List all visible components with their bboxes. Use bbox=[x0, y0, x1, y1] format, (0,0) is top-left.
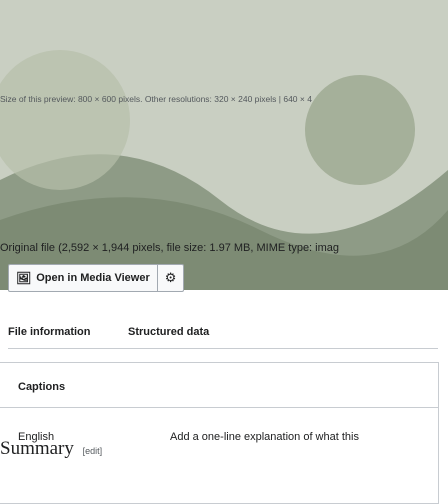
preview-size-text: Size of this preview: 800 × 600 pixels. … bbox=[0, 94, 312, 104]
open-media-viewer-label: Open in Media Viewer bbox=[36, 272, 150, 284]
tab-structured-data[interactable]: Structured data bbox=[128, 326, 209, 338]
summary-heading: Summary [edit] bbox=[0, 438, 102, 460]
image-icon: 🖼 bbox=[16, 271, 32, 285]
summary-title: Summary bbox=[0, 438, 74, 459]
media-viewer-button-group: 🖼 Open in Media Viewer ⚙ bbox=[8, 264, 185, 292]
original-file-info: Original file (2,592 × 1,944 pixels, fil… bbox=[0, 242, 340, 254]
captions-section: Captions English Add a one-line explanat… bbox=[0, 362, 439, 504]
captions-divider bbox=[0, 407, 438, 408]
add-caption-link[interactable]: Add a one-line explanation of what this bbox=[170, 431, 359, 443]
settings-button[interactable]: ⚙ bbox=[156, 265, 184, 291]
open-media-viewer-button[interactable]: 🖼 Open in Media Viewer bbox=[9, 265, 157, 291]
gear-icon: ⚙ bbox=[164, 270, 177, 285]
tab-file-information[interactable]: File information bbox=[8, 326, 91, 338]
captions-title: Captions bbox=[18, 381, 66, 393]
file-tabs: File information Structured data bbox=[8, 322, 438, 349]
